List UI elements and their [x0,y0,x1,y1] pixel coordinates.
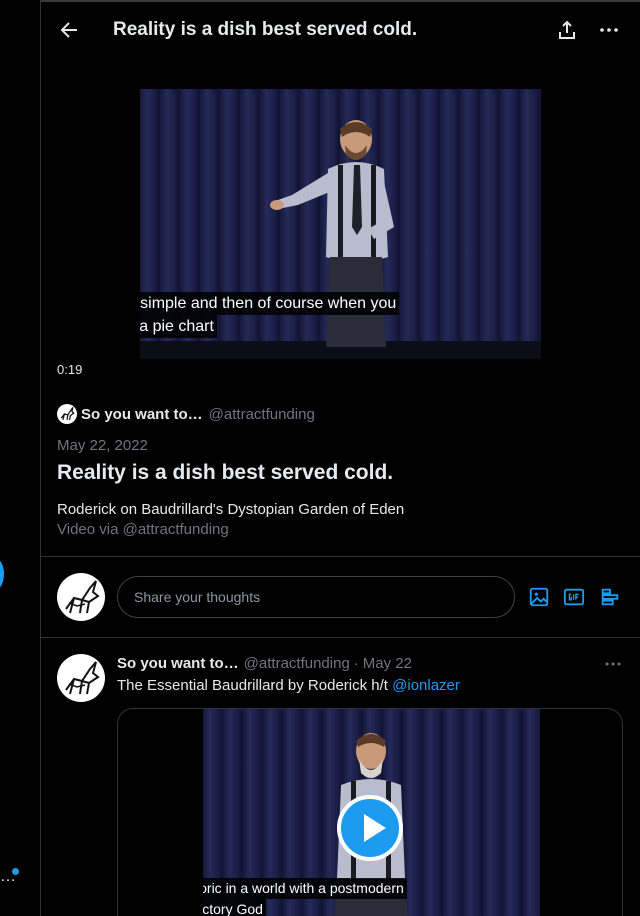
tweet-author-name[interactable]: So you want to… [117,655,239,672]
video-source-row[interactable]: So you want to… @attractfunding [57,404,315,424]
main-column: Reality is a dish best served cold. that… [41,0,640,916]
unicorn-logo-icon [65,580,100,614]
unicorn-logo-icon [65,661,100,695]
user-avatar[interactable] [57,573,105,621]
divider [41,637,640,638]
more-options-icon[interactable] [597,18,621,42]
reply-input[interactable] [117,576,515,618]
tweet-more-icon[interactable] [603,656,623,672]
tweet-text: The Essential Baudrillard by Roderick h/… [117,677,460,694]
tweet-timestamp[interactable]: May 22 [363,655,412,672]
video-credit: Video via @attractfunding [57,521,229,538]
share-icon[interactable] [555,18,579,42]
source-display-name[interactable]: So you want to… [81,406,203,423]
gif-icon[interactable] [563,586,585,608]
mention-link[interactable]: @ionlazer [392,677,460,694]
tweet-separator: · [353,655,359,672]
tweet-author-avatar[interactable] [57,654,105,702]
tweet-header: So you want to… @attractfunding · May 22 [117,655,412,672]
play-icon[interactable] [337,795,403,861]
post-description: Roderick on Baudrillard's Dystopian Gard… [57,501,405,518]
page-header: Reality is a dish best served cold. [41,0,640,60]
post-date: May 22, 2022 [57,437,148,454]
left-sidebar: … [0,0,41,916]
notification-dot [12,868,19,875]
embed-caption-line1: rhetoric in a world with a postmodern [203,878,407,899]
video-elapsed-time: 0:19 [57,362,83,377]
source-avatar [57,404,77,424]
compose-button-edge[interactable] [0,558,4,590]
poll-icon[interactable] [599,586,621,608]
back-arrow-icon[interactable] [57,18,81,42]
divider [41,556,640,557]
video-caption-line2: see a pie chart [140,315,217,338]
page-title: Reality is a dish best served cold. [113,19,418,40]
unicorn-logo-icon [60,406,75,421]
tweet-author-handle[interactable]: @attractfunding [244,655,350,672]
tweet-media-card[interactable]: rhetoric in a world with a postmodern tr… [117,708,623,916]
image-icon[interactable] [528,586,550,608]
post-headline: Reality is a dish best served cold. [57,461,394,484]
embed-caption-line2: trajectory God [203,899,266,916]
tweet-body: The Essential Baudrillard by Roderick h/… [117,677,393,694]
source-handle[interactable]: @attractfunding [209,406,315,423]
main-video-player[interactable]: that simple and then of course when you … [140,89,541,359]
video-caption-line1: that simple and then of course when you [140,292,400,315]
